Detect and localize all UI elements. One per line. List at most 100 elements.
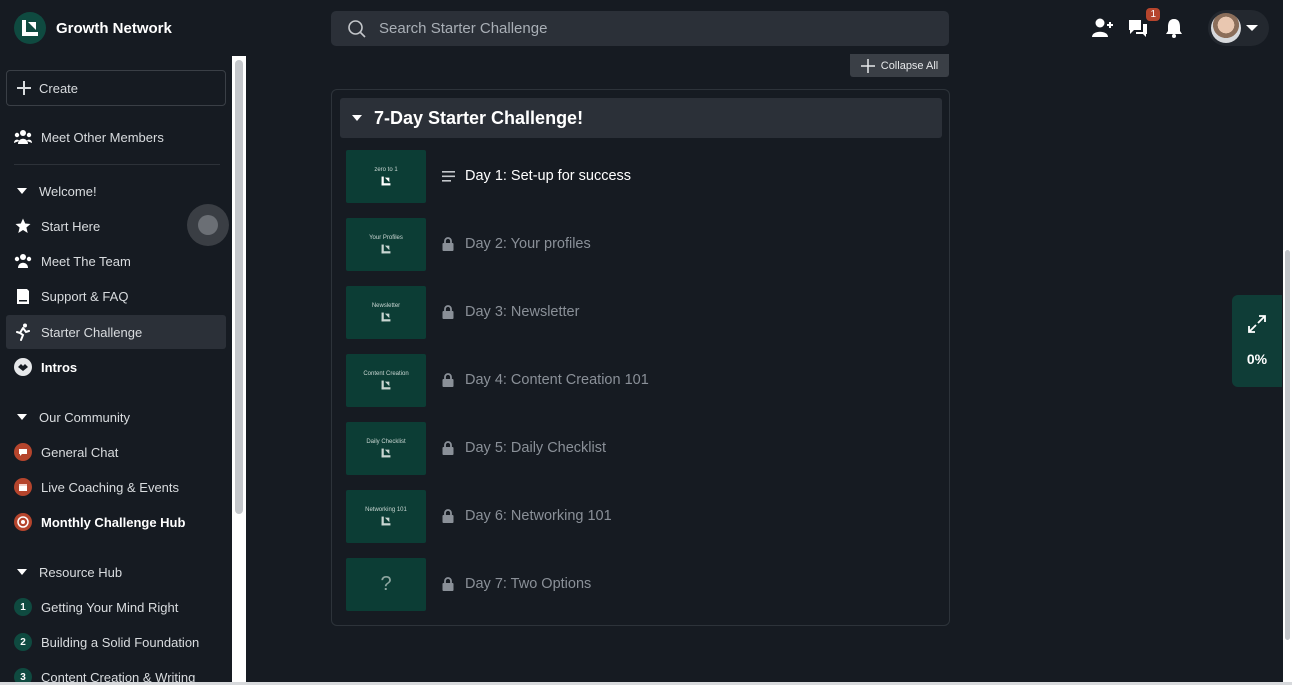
sidebar-item-label: Intros	[41, 359, 78, 375]
stage-2-icon: 2	[14, 633, 32, 651]
caret-down-icon	[17, 187, 27, 194]
thumbnail-label: Your Profiles	[369, 234, 403, 241]
sidebar-item-label: Live Coaching & Events	[41, 479, 180, 495]
lesson-title: Day 7: Two Options	[465, 576, 592, 592]
lesson-thumbnail: Newsletter	[346, 285, 426, 339]
lesson-thumbnail: zero to 1	[346, 149, 426, 203]
lesson-title: Day 1: Set-up for success	[465, 168, 632, 184]
collapse-all-button[interactable]: Collapse All	[850, 54, 949, 77]
brand-logo-icon	[381, 380, 391, 389]
bell-icon[interactable]	[1162, 16, 1186, 40]
lesson-thumbnail: Your Profiles	[346, 217, 426, 271]
handshake-icon	[14, 358, 32, 376]
lesson-thumbnail: Networking 101	[346, 489, 426, 543]
section-our-community[interactable]: Our Community	[6, 402, 226, 432]
lesson-title: Day 2: Your profiles	[465, 236, 591, 252]
lesson-row[interactable]: Content Creation Day 4: Content Creation…	[346, 353, 936, 407]
sidebar-item-label: General Chat	[41, 444, 119, 460]
lesson-row[interactable]: Daily Checklist Day 5: Daily Checklist	[346, 421, 936, 475]
lesson-row[interactable]: Networking 101 Day 6: Networking 101	[346, 489, 936, 543]
stage-1-icon: 1	[14, 598, 32, 616]
section-resource-hub[interactable]: Resource Hub	[6, 557, 226, 587]
text-lines-icon	[440, 170, 456, 182]
book-icon	[14, 287, 32, 305]
caret-down-icon	[17, 568, 27, 575]
brand-name: Growth Network	[56, 19, 172, 37]
section-welcome[interactable]: Welcome!	[6, 176, 226, 206]
lock-icon	[440, 305, 456, 319]
lesson-row[interactable]: ? Day 7: Two Options	[346, 557, 936, 611]
progress-widget[interactable]: 0%	[1232, 295, 1282, 387]
drag-handle[interactable]	[187, 204, 229, 246]
avatar	[1211, 13, 1241, 43]
lesson-thumbnail: Daily Checklist	[346, 421, 426, 475]
page-scrollbar-thumb[interactable]	[1285, 250, 1290, 640]
lesson-title: Day 3: Newsletter	[465, 304, 580, 320]
sidebar-item-meet-team[interactable]: Meet The Team	[6, 244, 226, 278]
sidebar-item-label: Meet Other Members	[41, 129, 164, 145]
lesson-thumbnail: Content Creation	[346, 353, 426, 407]
target-icon	[14, 513, 32, 531]
sidebar-item-label: Meet The Team	[41, 253, 131, 269]
progress-value: 0%	[1246, 351, 1268, 367]
brand-logo-icon	[381, 244, 391, 253]
section-label: Resource Hub	[39, 564, 123, 580]
lesson-row[interactable]: Newsletter Day 3: Newsletter	[346, 285, 936, 339]
chat-icon[interactable]: 1	[1126, 8, 1160, 40]
notification-badge: 1	[1146, 8, 1160, 21]
sidebar-item-mind-right[interactable]: 1 Getting Your Mind Right	[6, 590, 226, 624]
course-panel: 7-Day Starter Challenge! zero to 1 Day 1…	[331, 89, 950, 626]
sidebar-item-intros[interactable]: Intros	[6, 350, 226, 384]
caret-down-icon	[17, 413, 27, 420]
lesson-row[interactable]: zero to 1 Day 1: Set-up for success	[346, 149, 936, 203]
thumbnail-label: Newsletter	[371, 302, 401, 309]
lock-icon	[440, 441, 456, 455]
lock-icon	[440, 577, 456, 591]
sidebar-item-label: Support & FAQ	[41, 288, 129, 304]
sidebar-item-general-chat[interactable]: General Chat	[6, 435, 226, 469]
sidebar-item-monthly-challenge[interactable]: Monthly Challenge Hub	[6, 505, 226, 539]
lock-icon	[440, 509, 456, 523]
sidebar-item-live-coaching[interactable]: Live Coaching & Events	[6, 470, 226, 504]
calendar-icon	[14, 478, 32, 496]
lesson-thumbnail: ?	[346, 557, 426, 611]
search-input[interactable]	[379, 20, 919, 37]
chevron-down-icon	[1246, 25, 1258, 31]
user-menu[interactable]	[1208, 10, 1269, 46]
sidebar-item-label: Start Here	[41, 218, 101, 234]
thumbnail-label: Networking 101	[365, 506, 407, 513]
sidebar-item-label: Monthly Challenge Hub	[41, 514, 186, 530]
sidebar-item-support[interactable]: Support & FAQ	[6, 279, 226, 313]
brand-logo-icon	[14, 12, 46, 44]
thumbnail-label: Daily Checklist	[366, 438, 406, 445]
add-member-icon[interactable]	[1090, 16, 1114, 40]
lock-icon	[440, 237, 456, 251]
brand-logo-icon	[381, 448, 391, 457]
question-mark: ?	[380, 572, 392, 595]
sidebar-item-label: Building a Solid Foundation	[41, 634, 200, 650]
sidebar-divider	[14, 164, 220, 165]
running-icon	[14, 323, 32, 341]
collapse-icon	[860, 58, 875, 73]
course-header[interactable]: 7-Day Starter Challenge!	[340, 98, 942, 138]
create-button[interactable]: Create	[6, 70, 226, 106]
top-bar: Growth Network 1	[0, 0, 1283, 56]
caret-down-icon	[352, 114, 362, 121]
lesson-row[interactable]: Your Profiles Day 2: Your profiles	[346, 217, 936, 271]
sidebar-scrollbar-thumb[interactable]	[235, 60, 243, 514]
sidebar-item-foundation[interactable]: 2 Building a Solid Foundation	[6, 625, 226, 659]
expand-icon	[1248, 315, 1266, 333]
search-bar[interactable]	[331, 11, 949, 46]
sidebar-item-starter-challenge[interactable]: Starter Challenge	[6, 315, 226, 349]
thumbnail-label: Content Creation	[363, 370, 409, 377]
sidebar-item-meet-members[interactable]: Meet Other Members	[6, 120, 226, 154]
thumbnail-label: zero to 1	[374, 166, 398, 173]
chat-bubble-icon	[14, 443, 32, 461]
collapse-label: Collapse All	[880, 59, 939, 72]
brand[interactable]: Growth Network	[14, 12, 172, 44]
lesson-title: Day 6: Networking 101	[465, 508, 612, 524]
plus-icon	[17, 81, 31, 95]
team-icon	[14, 252, 32, 270]
create-label: Create	[39, 80, 79, 96]
section-label: Our Community	[39, 409, 131, 425]
